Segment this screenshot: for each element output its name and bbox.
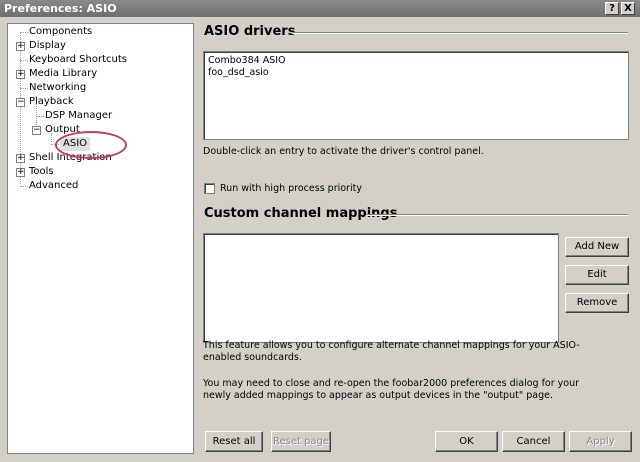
edit-button[interactable]: Edit — [565, 265, 629, 285]
tree-item-components[interactable]: Components — [8, 25, 193, 39]
tree-item-networking[interactable]: Networking — [8, 81, 193, 95]
tree-item-tools[interactable]: + Tools — [8, 165, 193, 179]
asio-driver-list[interactable]: Combo384 ASIO foo_dsd_asio — [203, 51, 629, 140]
tree-item-label: Components — [29, 26, 93, 37]
tree-connector — [20, 32, 28, 33]
tree-item-label: DSP Manager — [45, 110, 113, 121]
list-item[interactable]: Combo384 ASIO — [208, 55, 286, 66]
tree-item-display[interactable]: + Display — [8, 39, 193, 53]
tree-connector — [36, 116, 44, 117]
tree-item-label: Media Library — [29, 68, 98, 79]
mapping-reopen-note: You may need to close and re-open the fo… — [203, 378, 580, 401]
tree-item-playback[interactable]: − Playback — [8, 95, 193, 109]
tree-item-label: Advanced — [29, 180, 79, 191]
tree-item-label: Keyboard Shortcuts — [29, 54, 127, 65]
asio-drivers-heading: ASIO drivers — [204, 24, 296, 39]
expand-icon[interactable]: + — [16, 70, 25, 79]
driver-hint-text: Double-click an entry to activate the dr… — [203, 146, 484, 157]
collapse-icon[interactable]: − — [16, 98, 25, 107]
window-title: Preferences: ASIO — [4, 2, 117, 15]
high-priority-checkbox[interactable] — [204, 183, 215, 194]
reset-all-button[interactable]: Reset all — [205, 431, 263, 452]
tree-item-label: Tools — [29, 166, 54, 177]
tree-item-media-library[interactable]: + Media Library — [8, 67, 193, 81]
tree-item-label: Display — [29, 40, 66, 51]
help-button[interactable]: ? — [605, 2, 619, 15]
preferences-tree[interactable]: Components + Display Keyboard Shortcuts … — [7, 23, 194, 454]
highlight-circle — [55, 131, 127, 159]
tree-item-label: Networking — [29, 82, 87, 93]
close-button[interactable]: X — [621, 2, 635, 15]
preferences-window: Preferences: ASIO ? X Components + Displ… — [0, 0, 640, 462]
channel-mappings-list[interactable] — [203, 233, 559, 343]
tree-connector — [20, 186, 28, 187]
title-bar[interactable]: Preferences: ASIO ? X — [0, 0, 640, 17]
tree-item-keyboard-shortcuts[interactable]: Keyboard Shortcuts — [8, 53, 193, 67]
expand-icon[interactable]: + — [16, 154, 25, 163]
remove-button[interactable]: Remove — [565, 293, 629, 313]
cancel-button[interactable]: Cancel — [502, 431, 565, 452]
apply-button[interactable]: Apply — [569, 431, 632, 452]
expand-icon[interactable]: + — [16, 168, 25, 177]
list-item[interactable]: foo_dsd_asio — [208, 67, 269, 78]
tree-connector — [20, 88, 28, 89]
tree-item-dsp-manager[interactable]: DSP Manager — [8, 109, 193, 123]
ok-button[interactable]: OK — [435, 431, 498, 452]
heading-divider — [292, 32, 628, 34]
tree-item-label: Playback — [29, 96, 74, 107]
mapping-info-text: This feature allows you to configure alt… — [203, 340, 580, 363]
expand-icon[interactable]: + — [16, 42, 25, 51]
add-new-button[interactable]: Add New — [565, 237, 629, 257]
high-priority-label[interactable]: Run with high process priority — [220, 183, 362, 195]
collapse-icon[interactable]: − — [32, 126, 41, 135]
tree-connector — [20, 60, 28, 61]
reset-page-button[interactable]: Reset page — [271, 431, 331, 452]
tree-item-advanced[interactable]: Advanced — [8, 179, 193, 193]
heading-divider — [366, 214, 628, 216]
